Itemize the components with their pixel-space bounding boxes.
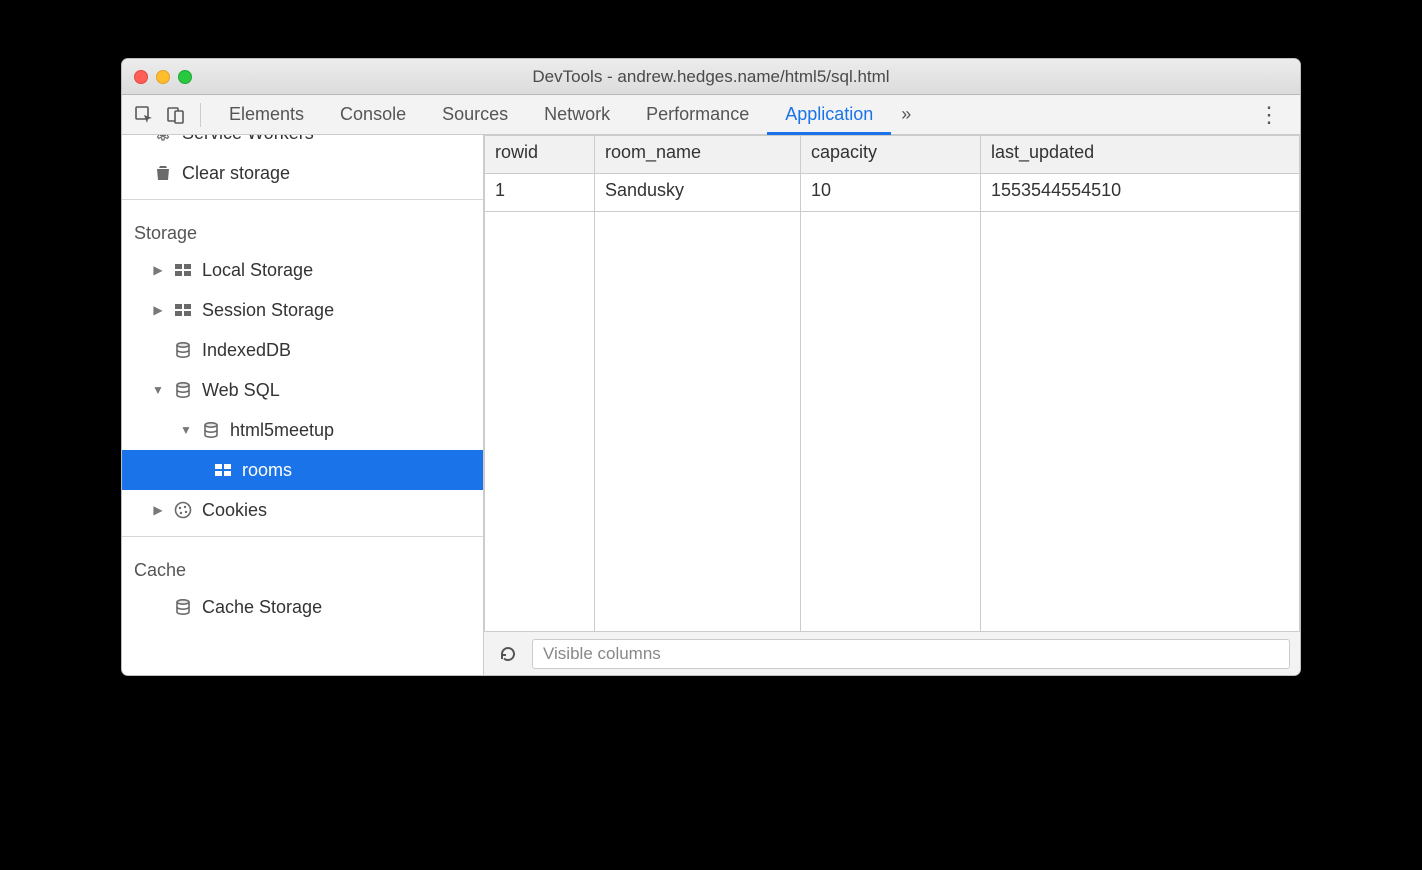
sidebar-item-clear-storage[interactable]: Clear storage — [122, 153, 483, 193]
chevron-down-icon: ▼ — [152, 383, 164, 397]
device-toolbar-button[interactable] — [162, 101, 190, 129]
database-icon — [172, 596, 194, 618]
sidebar-list: Service Workers Clear storage Storage ▶ — [122, 135, 483, 675]
tab-sources[interactable]: Sources — [424, 95, 526, 135]
titlebar: DevTools - andrew.hedges.name/html5/sql.… — [122, 59, 1300, 95]
cell-capacity: 10 — [801, 174, 981, 212]
cell-rowid: 1 — [485, 174, 595, 212]
minimize-window-button[interactable] — [156, 70, 170, 84]
sidebar-item-local-storage[interactable]: ▶ Local Storage — [122, 250, 483, 290]
sidebar-item-label: rooms — [242, 460, 292, 481]
chevron-right-icon: ▶ — [152, 503, 164, 517]
refresh-icon — [498, 644, 518, 664]
sidebar-item-label: Web SQL — [202, 380, 280, 401]
settings-menu-button[interactable]: ⋮ — [1246, 102, 1292, 128]
tab-elements[interactable]: Elements — [211, 95, 322, 135]
sidebar-section-storage: Storage — [122, 206, 483, 250]
toolbar-divider — [200, 103, 201, 127]
zoom-window-button[interactable] — [178, 70, 192, 84]
cookie-icon — [172, 499, 194, 521]
database-icon — [172, 339, 194, 361]
tab-application[interactable]: Application — [767, 95, 891, 135]
window-controls — [134, 70, 192, 84]
cell-last-updated: 1553544554510 — [981, 174, 1300, 212]
sidebar-item-database[interactable]: ▼ html5meetup — [122, 410, 483, 450]
main-panel: rowid room_name capacity last_updated 1 … — [484, 135, 1300, 675]
data-table: rowid room_name capacity last_updated 1 … — [484, 135, 1300, 631]
table-footer — [484, 631, 1300, 675]
sidebar-item-label: Service Workers — [182, 135, 314, 144]
sidebar-item-label: IndexedDB — [202, 340, 291, 361]
chevron-down-icon: ▼ — [180, 423, 192, 437]
section-label: Cache — [134, 560, 186, 581]
sidebar-item-service-workers[interactable]: Service Workers — [122, 135, 483, 153]
sidebar-item-label: Clear storage — [182, 163, 290, 184]
sidebar-item-label: html5meetup — [230, 420, 334, 441]
tab-console[interactable]: Console — [322, 95, 424, 135]
chevron-right-icon: ▶ — [152, 263, 164, 277]
refresh-button[interactable] — [494, 640, 522, 668]
sidebar-item-label: Cookies — [202, 500, 267, 521]
devtools-window: DevTools - andrew.hedges.name/html5/sql.… — [121, 58, 1301, 676]
window-title: DevTools - andrew.hedges.name/html5/sql.… — [134, 67, 1288, 87]
tab-network[interactable]: Network — [526, 95, 628, 135]
inspect-element-button[interactable] — [130, 101, 158, 129]
trash-icon — [152, 162, 174, 184]
section-label: Storage — [134, 223, 197, 244]
sidebar-separator — [122, 536, 483, 537]
column-header-last-updated[interactable]: last_updated — [981, 136, 1300, 174]
sidebar-section-cache: Cache — [122, 543, 483, 587]
sidebar-item-cookies[interactable]: ▶ Cookies — [122, 490, 483, 530]
visible-columns-input[interactable] — [532, 639, 1290, 669]
devtools-toolbar: Elements Console Sources Network Perform… — [122, 95, 1300, 135]
sidebar-item-websql[interactable]: ▼ Web SQL — [122, 370, 483, 410]
sidebar-separator — [122, 199, 483, 200]
panel-body: Service Workers Clear storage Storage ▶ — [122, 135, 1300, 675]
table-filler — [485, 212, 1300, 632]
tab-performance[interactable]: Performance — [628, 95, 767, 135]
sidebar-item-label: Local Storage — [202, 260, 313, 281]
more-tabs-button[interactable]: » — [891, 95, 921, 135]
database-icon — [200, 419, 222, 441]
sidebar-item-session-storage[interactable]: ▶ Session Storage — [122, 290, 483, 330]
sidebar-item-cache-storage[interactable]: Cache Storage — [122, 587, 483, 627]
cell-room-name: Sandusky — [595, 174, 801, 212]
column-header-room-name[interactable]: room_name — [595, 136, 801, 174]
sidebar-item-label: Session Storage — [202, 300, 334, 321]
column-header-capacity[interactable]: capacity — [801, 136, 981, 174]
table-wrap: rowid room_name capacity last_updated 1 … — [484, 135, 1300, 631]
gear-icon — [152, 135, 174, 144]
sidebar-item-label: Cache Storage — [202, 597, 322, 618]
application-sidebar: Service Workers Clear storage Storage ▶ — [122, 135, 484, 675]
table-row[interactable]: 1 Sandusky 10 1553544554510 — [485, 174, 1300, 212]
column-header-rowid[interactable]: rowid — [485, 136, 595, 174]
sidebar-item-table-rooms[interactable]: rooms — [122, 450, 483, 490]
table-header-row: rowid room_name capacity last_updated — [485, 136, 1300, 174]
database-icon — [172, 379, 194, 401]
table-icon — [212, 459, 234, 481]
table-icon — [172, 259, 194, 281]
table-icon — [172, 299, 194, 321]
sidebar-item-indexeddb[interactable]: IndexedDB — [122, 330, 483, 370]
panel-tabs: Elements Console Sources Network Perform… — [211, 95, 921, 135]
chevron-right-icon: ▶ — [152, 303, 164, 317]
close-window-button[interactable] — [134, 70, 148, 84]
